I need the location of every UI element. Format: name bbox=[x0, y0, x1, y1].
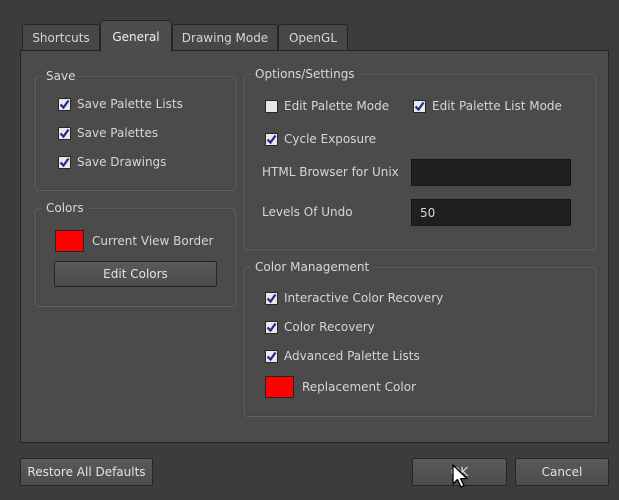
save-palette-lists-checkbox[interactable]: Save Palette Lists bbox=[58, 95, 183, 113]
advanced-palette-lists-label: Advanced Palette Lists bbox=[284, 349, 420, 363]
checkbox-empty-icon bbox=[265, 99, 278, 113]
current-view-border-swatch[interactable] bbox=[55, 230, 84, 252]
restore-all-defaults-label: Restore All Defaults bbox=[27, 465, 146, 479]
tab-opengl-label: OpenGL bbox=[288, 31, 338, 45]
check-icon bbox=[58, 126, 71, 140]
levels-of-undo-label: Levels Of Undo bbox=[262, 205, 353, 219]
mouse-cursor-icon bbox=[452, 464, 468, 488]
edit-colors-button[interactable]: Edit Colors bbox=[54, 261, 217, 287]
colors-group: Colors Current View Border Edit Colors bbox=[35, 200, 236, 307]
interactive-color-recovery-checkbox[interactable]: Interactive Color Recovery bbox=[265, 289, 443, 307]
save-palettes-label: Save Palettes bbox=[77, 126, 159, 140]
restore-all-defaults-button[interactable]: Restore All Defaults bbox=[20, 458, 153, 486]
check-icon bbox=[265, 320, 278, 334]
save-palettes-checkbox[interactable]: Save Palettes bbox=[58, 124, 158, 142]
color-management-group: Color Management Interactive Color Recov… bbox=[244, 259, 596, 417]
edit-palette-list-mode-label: Edit Palette List Mode bbox=[432, 99, 562, 113]
save-group-title: Save bbox=[42, 68, 80, 84]
save-drawings-checkbox[interactable]: Save Drawings bbox=[58, 153, 166, 171]
options-settings-title: Options/Settings bbox=[251, 66, 359, 82]
edit-palette-mode-checkbox[interactable]: Edit Palette Mode bbox=[265, 97, 389, 115]
tab-opengl[interactable]: OpenGL bbox=[278, 24, 348, 51]
tab-general[interactable]: General bbox=[100, 20, 172, 52]
check-icon bbox=[265, 291, 278, 305]
check-icon bbox=[58, 97, 71, 111]
replacement-color-row: Replacement Color bbox=[265, 376, 416, 398]
advanced-palette-lists-checkbox[interactable]: Advanced Palette Lists bbox=[265, 347, 420, 365]
cancel-label: Cancel bbox=[541, 465, 583, 479]
edit-palette-mode-label: Edit Palette Mode bbox=[284, 99, 390, 113]
tab-general-label: General bbox=[112, 29, 160, 44]
colors-group-title: Colors bbox=[42, 200, 88, 216]
save-group: Save Save Palette Lists Save Palettes Sa… bbox=[35, 68, 236, 191]
check-icon bbox=[58, 155, 71, 169]
tab-drawing-mode-label: Drawing Mode bbox=[181, 31, 269, 45]
general-panel: Save Save Palette Lists Save Palettes Sa… bbox=[20, 50, 609, 443]
edit-palette-list-mode-checkbox[interactable]: Edit Palette List Mode bbox=[413, 97, 562, 115]
interactive-color-recovery-label: Interactive Color Recovery bbox=[284, 291, 444, 305]
replacement-color-label: Replacement Color bbox=[302, 380, 416, 394]
check-icon bbox=[265, 349, 278, 363]
check-icon bbox=[265, 132, 278, 146]
current-view-border-row: Current View Border bbox=[55, 230, 213, 252]
tab-shortcuts-label: Shortcuts bbox=[32, 31, 90, 45]
options-settings-group: Options/Settings Edit Palette Mode Edit … bbox=[244, 66, 596, 250]
color-management-title: Color Management bbox=[251, 259, 374, 275]
levels-of-undo-input[interactable]: 50 bbox=[411, 199, 571, 226]
tab-drawing-mode[interactable]: Drawing Mode bbox=[172, 24, 278, 51]
cycle-exposure-label: Cycle Exposure bbox=[284, 132, 377, 146]
edit-colors-label: Edit Colors bbox=[103, 267, 168, 281]
color-recovery-label: Color Recovery bbox=[284, 320, 375, 334]
save-drawings-label: Save Drawings bbox=[77, 155, 167, 169]
check-icon bbox=[413, 99, 426, 113]
save-palette-lists-label: Save Palette Lists bbox=[77, 97, 183, 111]
current-view-border-label: Current View Border bbox=[92, 234, 214, 248]
cancel-button[interactable]: Cancel bbox=[515, 458, 609, 486]
html-browser-label: HTML Browser for Unix bbox=[262, 165, 399, 179]
color-recovery-checkbox[interactable]: Color Recovery bbox=[265, 318, 375, 336]
html-browser-input[interactable] bbox=[411, 159, 571, 186]
tab-shortcuts[interactable]: Shortcuts bbox=[22, 24, 100, 51]
cycle-exposure-checkbox[interactable]: Cycle Exposure bbox=[265, 130, 376, 148]
replacement-color-swatch[interactable] bbox=[265, 376, 294, 398]
